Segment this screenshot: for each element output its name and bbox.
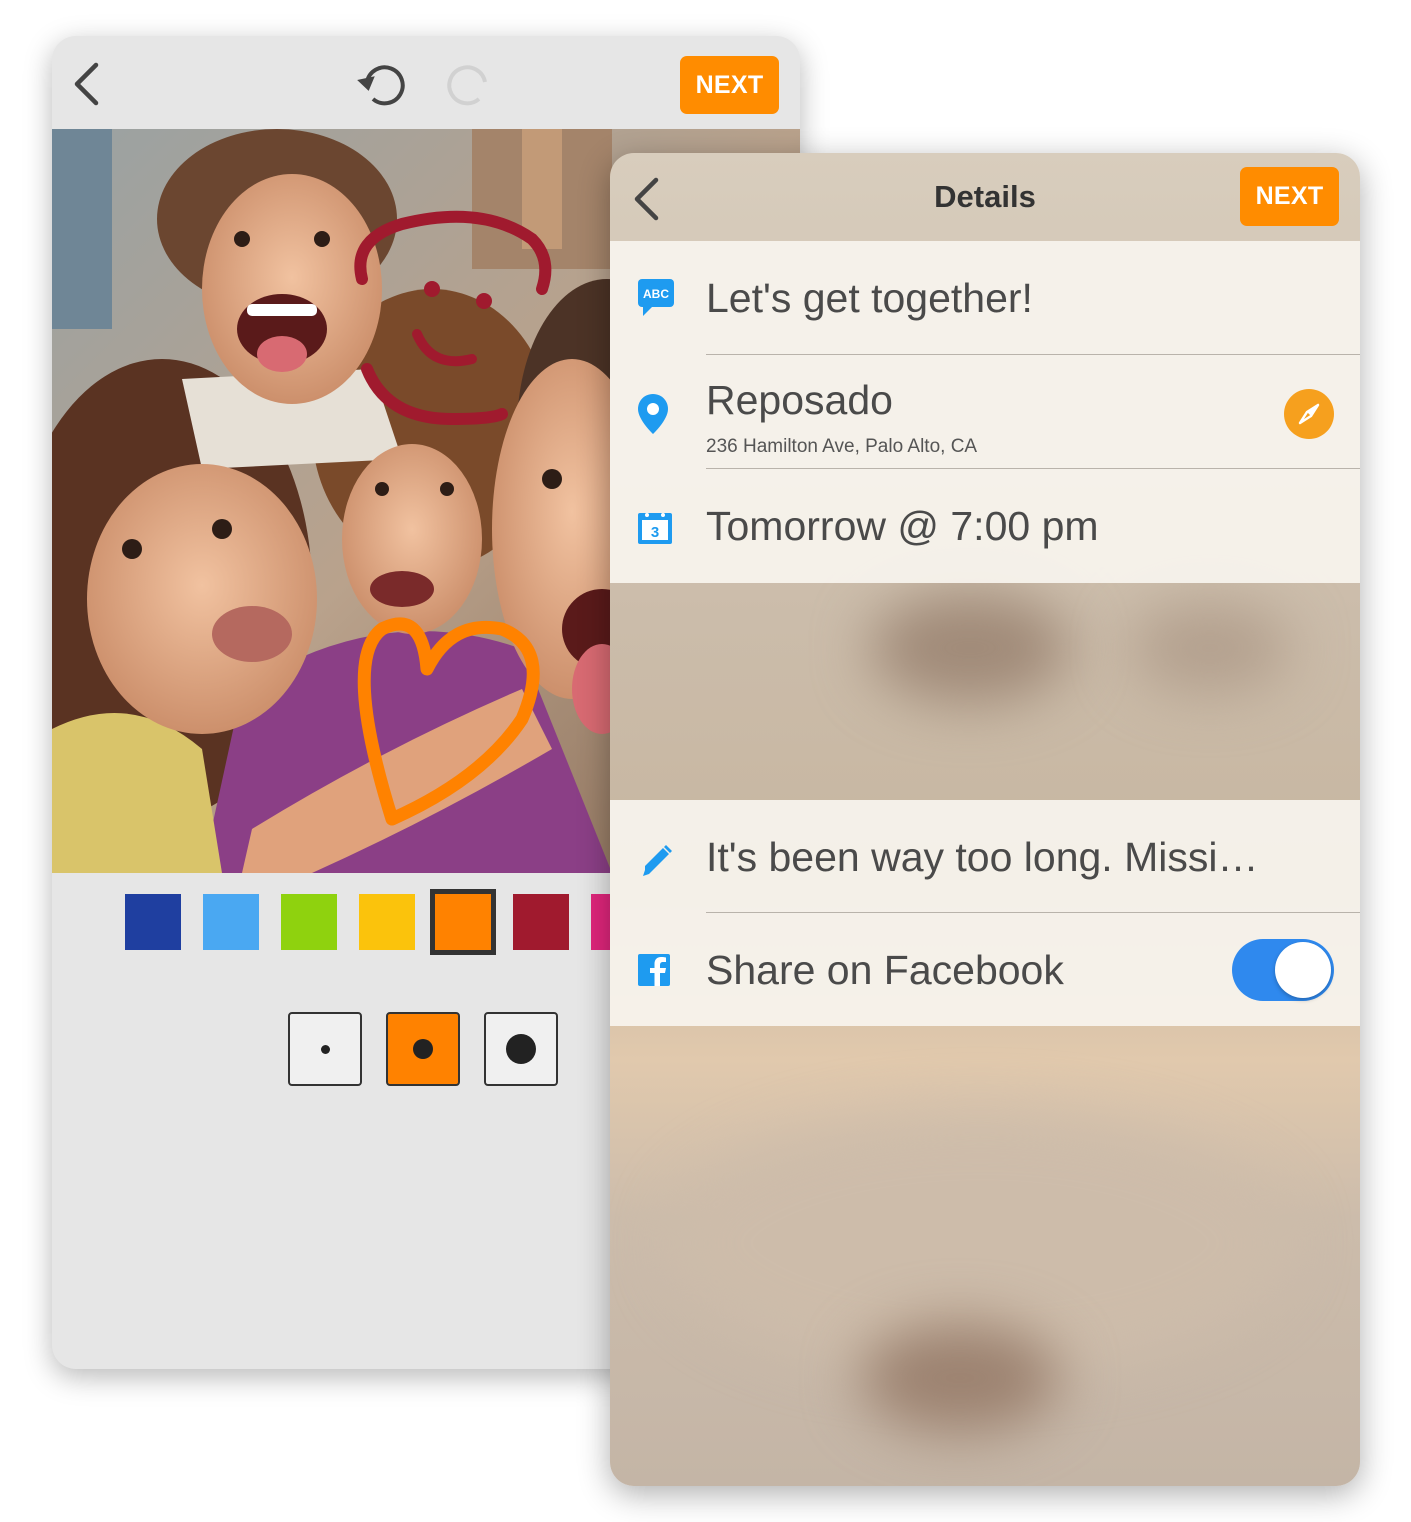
color-swatch-crimson[interactable] bbox=[513, 894, 569, 950]
editor-toolbar: NEXT bbox=[52, 36, 800, 128]
note-text: It's been way too long. Missi… bbox=[706, 834, 1259, 880]
toggle-knob bbox=[1275, 942, 1331, 998]
chevron-left-icon[interactable] bbox=[66, 60, 106, 108]
facebook-row: Share on Facebook bbox=[610, 913, 1360, 1026]
background-blur bbox=[870, 593, 1070, 703]
color-swatch-dark-blue[interactable] bbox=[125, 894, 181, 950]
title-row[interactable]: ABC Let's get together! bbox=[610, 241, 1360, 355]
time-row[interactable]: 3 Tomorrow @ 7:00 pm bbox=[610, 469, 1360, 583]
calendar-icon: 3 bbox=[637, 509, 673, 545]
color-swatch-orange[interactable] bbox=[430, 889, 496, 955]
event-title-text: Let's get together! bbox=[706, 275, 1033, 321]
next-button[interactable]: NEXT bbox=[680, 56, 779, 114]
svg-text:3: 3 bbox=[651, 524, 659, 541]
brush-size-large[interactable] bbox=[484, 1012, 558, 1086]
background-blur bbox=[860, 1323, 1060, 1433]
share-facebook-label: Share on Facebook bbox=[706, 947, 1064, 993]
brush-size-small[interactable] bbox=[288, 1012, 362, 1086]
details-header: Details NEXT bbox=[610, 153, 1360, 241]
event-details-panel: ABC Let's get together! Reposado 236 Ham… bbox=[610, 241, 1360, 583]
next-button[interactable]: NEXT bbox=[1240, 167, 1339, 226]
venue-name: Reposado bbox=[706, 377, 893, 423]
abc-message-icon: ABC bbox=[637, 278, 675, 318]
svg-text:ABC: ABC bbox=[643, 287, 669, 301]
details-screen: Details NEXT ABC Let's get together! Rep… bbox=[610, 153, 1360, 1486]
venue-address: 236 Hamilton Ave, Palo Alto, CA bbox=[706, 436, 978, 457]
stage: NEXT Details NEXT ABC Let's get together… bbox=[0, 0, 1411, 1522]
color-swatch-light-blue[interactable] bbox=[203, 894, 259, 950]
note-row[interactable]: It's been way too long. Missi… bbox=[610, 800, 1360, 913]
brush-size-medium[interactable] bbox=[386, 1012, 460, 1086]
pencil-icon bbox=[637, 840, 673, 876]
compass-icon[interactable] bbox=[1284, 389, 1334, 439]
facebook-icon bbox=[637, 953, 671, 987]
undo-icon[interactable] bbox=[352, 60, 410, 110]
color-swatch-yellow[interactable] bbox=[359, 894, 415, 950]
location-row[interactable]: Reposado 236 Hamilton Ave, Palo Alto, CA bbox=[610, 355, 1360, 469]
location-pin-icon bbox=[637, 393, 669, 435]
sharing-panel: It's been way too long. Missi… Share on … bbox=[610, 800, 1360, 1026]
color-swatch-green[interactable] bbox=[281, 894, 337, 950]
facebook-share-toggle[interactable] bbox=[1232, 939, 1334, 1001]
event-time-text: Tomorrow @ 7:00 pm bbox=[706, 503, 1099, 549]
background-blur bbox=[1130, 603, 1290, 693]
redo-icon[interactable] bbox=[442, 60, 500, 110]
